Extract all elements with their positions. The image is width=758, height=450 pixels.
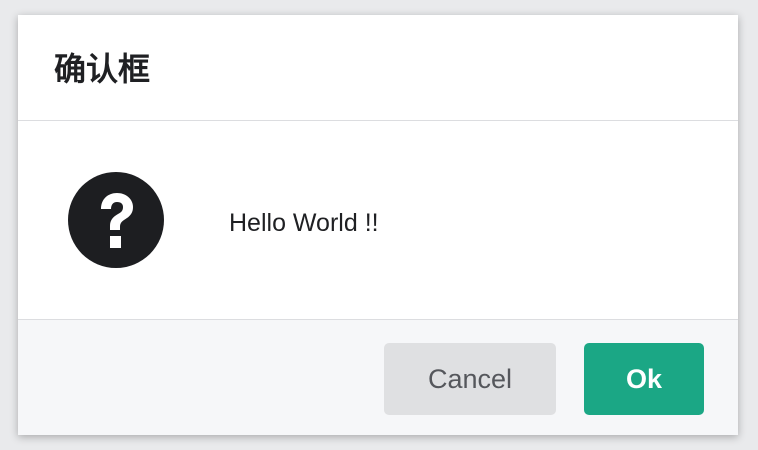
dialog-body: Hello World !! [18,121,738,319]
dialog-footer: Cancel Ok [18,319,738,435]
question-circle-icon [68,172,164,268]
dialog-header: 确认框 [18,15,738,121]
ok-button[interactable]: Ok [584,343,704,415]
confirm-dialog: 确认框 Hello World !! Cancel Ok [18,15,738,435]
dialog-title: 确认框 [54,50,151,88]
cancel-button[interactable]: Cancel [384,343,556,415]
dialog-message: Hello World !! [229,209,379,237]
